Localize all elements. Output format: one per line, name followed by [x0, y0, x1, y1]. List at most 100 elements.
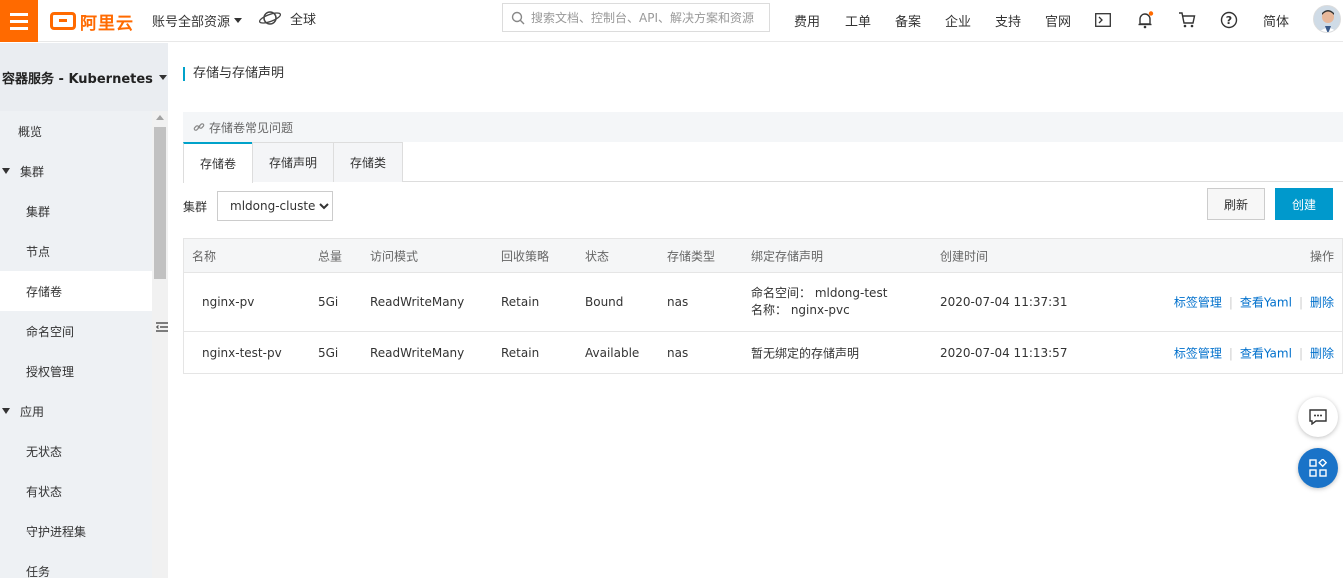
delete-link[interactable]: 删除 [1310, 296, 1334, 310]
chat-button[interactable] [1298, 397, 1338, 437]
cell-name: nginx-pv [202, 295, 255, 309]
language-switch[interactable]: 简体 [1263, 11, 1289, 30]
sidebar-group-clusters[interactable]: 集群 [0, 151, 152, 191]
bound-claim-namespace: 命名空间： mldong-test [751, 286, 888, 300]
apps-button[interactable] [1298, 448, 1338, 488]
tab-volumes[interactable]: 存储卷 [183, 142, 254, 183]
logo-text: 阿里云 [80, 13, 134, 34]
help-icon[interactable]: ? [1218, 9, 1240, 31]
nav-enterprise[interactable]: 企业 [945, 11, 971, 30]
cell-access-mode: ReadWriteMany [370, 295, 465, 309]
sidebar-item-label: 集群 [26, 204, 51, 219]
region-label: 全球 [290, 12, 317, 28]
sidebar-item-label: 任务 [26, 564, 51, 578]
sidebar-item-namespaces[interactable]: 命名空间 [0, 311, 152, 351]
refresh-button[interactable]: 刷新 [1207, 188, 1265, 220]
apps-icon [1309, 459, 1327, 477]
cell-capacity: 5Gi [318, 295, 339, 309]
table-row: nginx-test-pv 5Gi ReadWriteMany Retain A… [184, 332, 1342, 373]
action-separator: | [1298, 295, 1303, 310]
sidebar-group-applications[interactable]: 应用 [0, 391, 152, 431]
sidebar-item-authorization[interactable]: 授权管理 [0, 351, 152, 391]
tab-bar: 存储卷 存储声明 存储类 [183, 142, 1343, 183]
col-header-status: 状态 [585, 249, 610, 263]
sidebar-item-daemonsets[interactable]: 守护进程集 [0, 511, 152, 551]
region-selector[interactable]: 全球 [258, 8, 316, 28]
tab-volume-claims[interactable]: 存储声明 [252, 142, 335, 182]
sidebar-item-label: 概览 [18, 124, 43, 139]
account-scope-label: 账号全部资源 [152, 15, 231, 30]
sidebar-item-label: 存储卷 [26, 284, 63, 299]
sidebar-item-volumes[interactable]: 存储卷 [0, 271, 152, 311]
delete-link[interactable]: 删除 [1310, 346, 1334, 360]
product-title: 容器服务 - Kubernetes [2, 71, 153, 87]
search-input[interactable] [531, 10, 761, 25]
terminal-icon[interactable] [1092, 9, 1114, 31]
account-scope-dropdown[interactable]: 账号全部资源 [152, 11, 243, 30]
cluster-select[interactable]: mldong-cluster [217, 191, 334, 221]
chevron-down-icon [234, 18, 243, 23]
sidebar-menu: 概览 集群 集群 节点 存储卷 命名空间 授权管理 应用 无状态 有状态 守护进… [0, 111, 152, 578]
faq-bar: 存储卷常见问题 [183, 112, 1343, 142]
col-header-storage-type: 存储类型 [667, 249, 716, 263]
sidebar-item-statefulsets[interactable]: 有状态 [0, 471, 152, 511]
table-row: nginx-pv 5Gi ReadWriteMany Retain Bound … [184, 273, 1342, 332]
cluster-label: 集群 [183, 199, 208, 214]
cell-access-mode: ReadWriteMany [370, 345, 465, 360]
nav-official-site[interactable]: 官网 [1045, 11, 1071, 30]
sidebar-item-label: 无状态 [26, 444, 63, 459]
create-button[interactable]: 创建 [1275, 188, 1333, 220]
sidebar-item-deployments[interactable]: 无状态 [0, 431, 152, 471]
cell-storage-type: nas [667, 345, 689, 360]
main-content: 存储与存储声明 存储卷常见问题 存储卷 存储声明 存储类 集群 mldong-c… [168, 43, 1343, 578]
sidebar-item-nodes[interactable]: 节点 [0, 231, 152, 271]
manage-labels-link[interactable]: 标签管理 [1174, 346, 1222, 360]
col-header-actions: 操作 [1309, 249, 1334, 263]
bound-claim-name: 名称： nginx-pvc [751, 303, 850, 317]
nav-fees[interactable]: 费用 [794, 11, 820, 30]
svg-text:?: ? [1226, 14, 1232, 27]
sidebar-item-label: 集群 [20, 164, 45, 179]
nav-ticket[interactable]: 工单 [845, 11, 871, 30]
cell-created: 2020-07-04 11:37:31 [940, 295, 1068, 309]
globe-icon [258, 11, 282, 25]
sidebar-item-overview[interactable]: 概览 [0, 111, 152, 151]
sidebar-item-label: 节点 [26, 244, 51, 259]
cell-name: nginx-test-pv [202, 345, 282, 360]
avatar[interactable] [1313, 5, 1341, 33]
nav-support[interactable]: 支持 [995, 11, 1021, 30]
row-actions: 标签管理 | 查看Yaml | 删除 [1174, 344, 1334, 361]
faq-link[interactable]: 存储卷常见问题 [209, 119, 293, 136]
menu-icon[interactable] [0, 0, 38, 42]
cluster-filter: 集群 mldong-cluster [183, 191, 334, 221]
view-yaml-link[interactable]: 查看Yaml [1240, 296, 1292, 310]
sidebar-item-label: 有状态 [26, 484, 63, 499]
sidebar-scrollbar[interactable] [152, 111, 168, 578]
bell-icon[interactable] [1134, 9, 1156, 31]
sidebar-item-label: 命名空间 [26, 324, 75, 339]
link-icon [193, 123, 205, 131]
search-icon [511, 11, 525, 24]
page-title: 存储与存储声明 [183, 67, 284, 81]
cell-status: Available [585, 345, 640, 360]
sidebar-item-jobs[interactable]: 任务 [0, 551, 152, 578]
cell-reclaim-policy: Retain [501, 345, 540, 360]
scroll-up-icon[interactable] [156, 115, 164, 120]
cart-icon[interactable] [1176, 9, 1198, 31]
manage-labels-link[interactable]: 标签管理 [1174, 296, 1222, 310]
scrollbar-thumb[interactable] [154, 127, 166, 279]
chevron-down-icon [158, 74, 167, 80]
col-header-access-mode: 访问模式 [370, 249, 419, 263]
search-box[interactable] [502, 3, 770, 32]
cell-storage-type: nas [667, 295, 689, 309]
tab-storage-classes[interactable]: 存储类 [333, 142, 404, 182]
nav-filing[interactable]: 备案 [895, 11, 921, 30]
col-header-capacity: 总量 [318, 249, 343, 263]
sidebar-item-clusters[interactable]: 集群 [0, 191, 152, 231]
aliyun-logo[interactable]: 阿里云 [50, 8, 134, 34]
col-header-name: 名称 [192, 249, 217, 263]
view-yaml-link[interactable]: 查看Yaml [1240, 346, 1292, 360]
product-switcher[interactable]: 容器服务 - Kubernetes [0, 43, 168, 111]
cell-status: Bound [585, 295, 624, 309]
sidebar-item-label: 守护进程集 [26, 524, 87, 539]
